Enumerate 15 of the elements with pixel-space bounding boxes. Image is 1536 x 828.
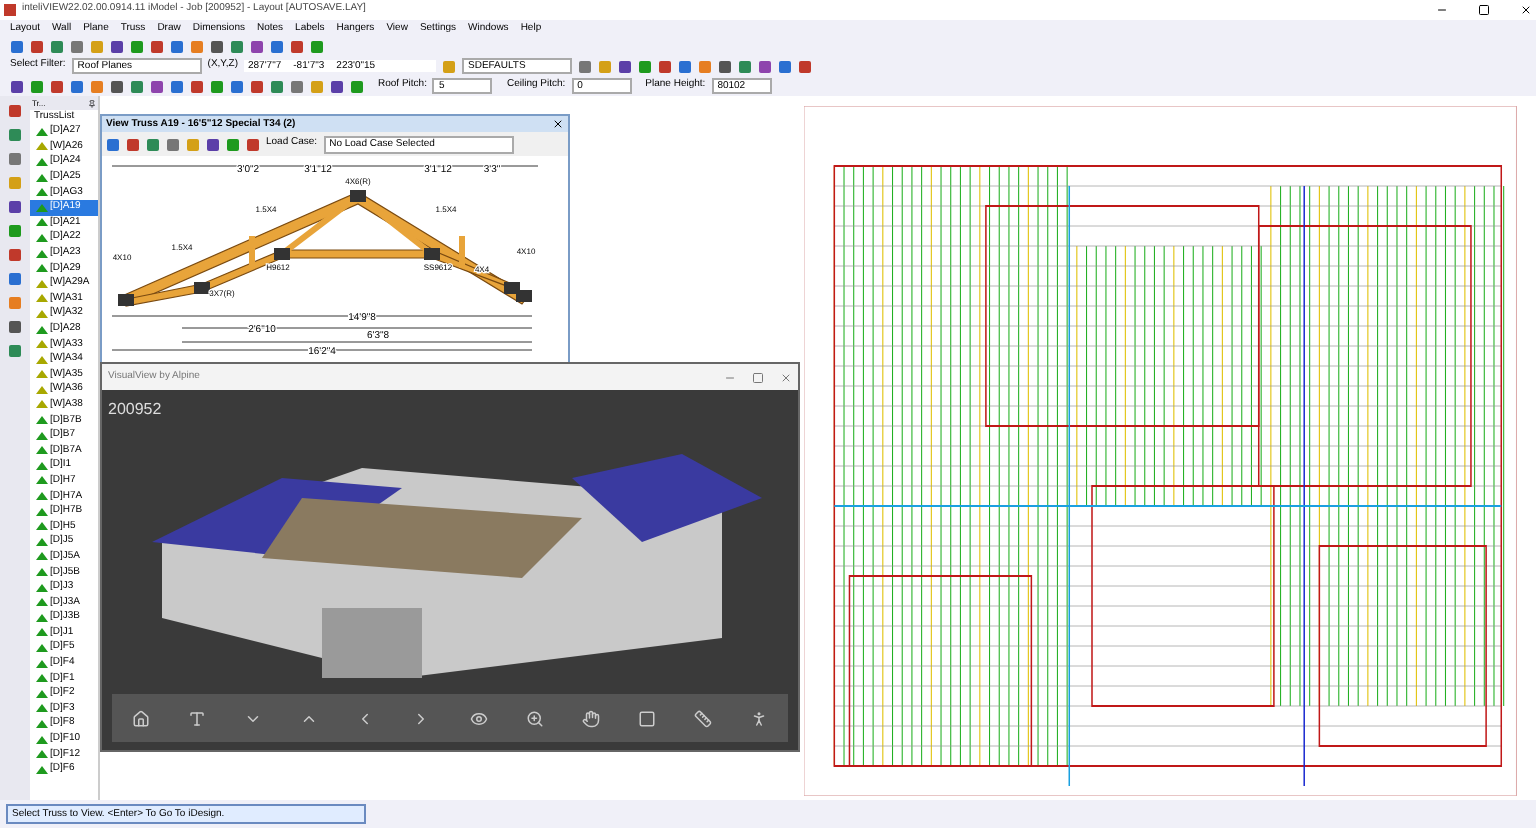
viewer-tool-icon[interactable] — [187, 709, 206, 727]
viewer-tool-icon[interactable] — [469, 709, 488, 727]
viewer-tool-icon[interactable] — [637, 709, 656, 727]
job-number: 200952 — [108, 398, 162, 422]
maximize-icon[interactable] — [1478, 4, 1490, 16]
viewer-tool-icon[interactable] — [581, 709, 600, 727]
app-icon — [4, 4, 16, 16]
viewer-tool-icon[interactable] — [525, 709, 544, 727]
close-icon[interactable] — [1520, 4, 1532, 16]
viewer-tool-icon[interactable] — [750, 709, 769, 727]
viewer-tool-icon[interactable] — [694, 709, 713, 727]
minimize-icon[interactable] — [1436, 4, 1448, 16]
pin-icon[interactable] — [88, 99, 96, 107]
viewer-tool-icon[interactable] — [131, 709, 150, 727]
close-icon[interactable] — [552, 118, 564, 130]
